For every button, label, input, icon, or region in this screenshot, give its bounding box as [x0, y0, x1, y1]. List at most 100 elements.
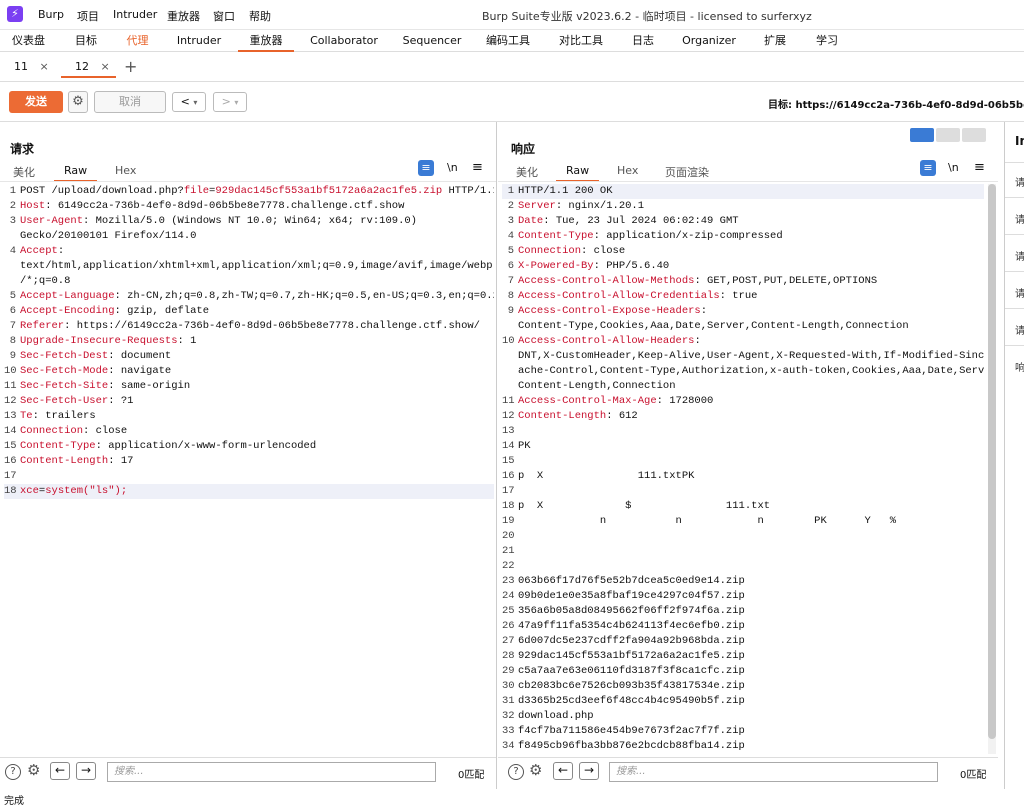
code-line[interactable]: 33 f4cf7ba711586e454b9e7673f2ac7f7f.zip — [502, 724, 984, 739]
code-line[interactable]: 30 cb2083bc6e7526cb093b35f43817534e.zip — [502, 679, 984, 694]
code-line[interactable]: 1 POST /upload/download.php?file=929dac14… — [4, 184, 494, 199]
add-tab-icon[interactable]: + — [124, 57, 137, 76]
wrap-lines-icon[interactable]: ≡ — [920, 160, 936, 176]
tab-extensions[interactable]: 扩展 — [748, 30, 802, 52]
code-line[interactable]: 29 c5a7aa7e63e06110fd3187f3f8ca1cfc.zip — [502, 664, 984, 679]
code-line[interactable]: DNT,X-CustomHeader,Keep-Alive,User-Agent… — [502, 349, 984, 364]
code-line[interactable]: 1 HTTP/1.1 200 OK — [502, 184, 984, 199]
repeater-tab-12[interactable]: 12 × — [61, 56, 116, 78]
code-line[interactable]: 17 — [4, 469, 494, 484]
view-side-by-side-icon[interactable] — [910, 128, 934, 142]
menu-burp[interactable]: Burp — [38, 8, 64, 21]
code-line[interactable]: 22 — [502, 559, 984, 574]
tab-learn[interactable]: 学习 — [802, 30, 852, 52]
menu-project[interactable]: 项目 — [77, 8, 99, 24]
code-line[interactable]: 15 — [502, 454, 984, 469]
cancel-button[interactable]: 取消 — [94, 91, 166, 113]
code-line[interactable]: 11 Access-Control-Max-Age: 1728000 — [502, 394, 984, 409]
code-line[interactable]: 15 Content-Type: application/x-www-form-u… — [4, 439, 494, 454]
inspector-item[interactable]: 请 — [1015, 174, 1024, 189]
code-line[interactable]: 25 356a6b05a8d08495662f06ff2f974f6a.zip — [502, 604, 984, 619]
tab-proxy[interactable]: 代理 — [115, 30, 160, 52]
code-line[interactable]: 16 Content-Length: 17 — [4, 454, 494, 469]
code-line[interactable]: 3 User-Agent: Mozilla/5.0 (Windows NT 10.… — [4, 214, 494, 229]
menu-icon[interactable]: ≡ — [472, 160, 483, 175]
tab-raw[interactable]: Raw — [54, 164, 98, 182]
code-line[interactable]: Content-Type,Cookies,Aaa,Date,Server,Con… — [502, 319, 984, 334]
menu-window[interactable]: 窗口 — [213, 8, 235, 24]
search-input[interactable]: 搜索... — [609, 762, 938, 782]
send-button[interactable]: 发送 — [9, 91, 63, 113]
code-line[interactable]: 14 Connection: close — [4, 424, 494, 439]
close-icon[interactable]: × — [101, 60, 110, 73]
code-line[interactable]: 16 p X 111.txtPK — [502, 469, 984, 484]
code-line[interactable]: 6 X-Powered-By: PHP/5.6.40 — [502, 259, 984, 274]
code-line[interactable]: 20 — [502, 529, 984, 544]
code-line[interactable]: 12 Content-Length: 612 — [502, 409, 984, 424]
forward-button[interactable]: > ▾ — [213, 92, 247, 112]
code-line[interactable]: 9 Access-Control-Expose-Headers: — [502, 304, 984, 319]
code-line[interactable]: 18 p X $ 111.txt — [502, 499, 984, 514]
code-line[interactable]: /*;q=0.8 — [4, 274, 494, 289]
request-editor[interactable]: 1 POST /upload/download.php?file=929dac14… — [4, 184, 494, 754]
tab-raw[interactable]: Raw — [556, 164, 600, 182]
code-line[interactable]: 2 Host: 6149cc2a-736b-4ef0-8d9d-06b5be8e7… — [4, 199, 494, 214]
code-line[interactable]: 19 n n n PK Y % — [502, 514, 984, 529]
menu-repeater[interactable]: 重放器 — [167, 8, 200, 24]
newline-icon[interactable]: \n — [948, 161, 959, 174]
tab-dashboard[interactable]: 仪表盘 — [0, 30, 57, 52]
code-line[interactable]: 21 — [502, 544, 984, 559]
code-line[interactable]: text/html,application/xhtml+xml,applicat… — [4, 259, 494, 274]
response-editor[interactable]: 1 HTTP/1.1 200 OK 2 Server: nginx/1.20.1 3 Da… — [502, 184, 984, 754]
tab-pretty[interactable]: 美化 — [13, 164, 35, 180]
close-icon[interactable]: × — [40, 60, 49, 73]
prev-match-button[interactable]: ← — [553, 762, 573, 780]
scrollbar[interactable] — [988, 184, 996, 754]
code-line[interactable]: 31 d3365b25cd3eef6f48cc4b4c95490b5f.zip — [502, 694, 984, 709]
code-line[interactable]: 18 xce=system("ls"); — [4, 484, 494, 499]
tab-pretty[interactable]: 美化 — [516, 164, 538, 180]
search-input[interactable]: 搜索... — [107, 762, 436, 782]
menu-icon[interactable]: ≡ — [974, 160, 985, 175]
inspector-item[interactable]: 请 — [1015, 322, 1024, 337]
inspector-item[interactable]: 请 — [1015, 248, 1024, 263]
help-icon[interactable]: ? — [508, 764, 524, 780]
inspector-item[interactable]: 请 — [1015, 211, 1024, 226]
code-line[interactable]: 3 Date: Tue, 23 Jul 2024 06:02:49 GMT — [502, 214, 984, 229]
inspector-item[interactable]: 响 — [1015, 359, 1024, 374]
code-line[interactable]: ache-Control,Content-Type,Authorization,… — [502, 364, 984, 379]
back-button[interactable]: < ▾ — [172, 92, 206, 112]
code-line[interactable]: 6 Accept-Encoding: gzip, deflate — [4, 304, 494, 319]
code-line[interactable]: 9 Sec-Fetch-Dest: document — [4, 349, 494, 364]
menu-help[interactable]: 帮助 — [249, 8, 271, 24]
tab-organizer[interactable]: Organizer — [670, 30, 748, 52]
next-match-button[interactable]: → — [579, 762, 599, 780]
code-line[interactable]: 8 Access-Control-Allow-Credentials: true — [502, 289, 984, 304]
help-icon[interactable]: ? — [5, 764, 21, 780]
settings-gear-icon[interactable]: ⚙ — [27, 761, 40, 779]
code-line[interactable]: 4 Content-Type: application/x-zip-compres… — [502, 229, 984, 244]
code-line[interactable]: 5 Accept-Language: zh-CN,zh;q=0.8,zh-TW;q… — [4, 289, 494, 304]
tab-target[interactable]: 目标 — [57, 30, 115, 52]
tab-intruder[interactable]: Intruder — [160, 30, 238, 52]
tab-comparer[interactable]: 对比工具 — [546, 30, 616, 52]
view-stacked-icon[interactable] — [936, 128, 960, 142]
target-label[interactable]: 目标: https://6149cc2a-736b-4ef0-8d9d-06b5… — [768, 96, 1024, 111]
code-line[interactable]: 13 Te: trailers — [4, 409, 494, 424]
tab-hex[interactable]: Hex — [617, 164, 638, 177]
code-line[interactable]: 10 Access-Control-Allow-Headers: — [502, 334, 984, 349]
code-line[interactable]: 12 Sec-Fetch-User: ?1 — [4, 394, 494, 409]
tab-collaborator[interactable]: Collaborator — [294, 30, 394, 52]
newline-icon[interactable]: \n — [447, 161, 458, 174]
tab-logger[interactable]: 日志 — [616, 30, 670, 52]
code-line[interactable]: 17 — [502, 484, 984, 499]
next-match-button[interactable]: → — [76, 762, 96, 780]
code-line[interactable]: Content-Length,Connection — [502, 379, 984, 394]
code-line[interactable]: 10 Sec-Fetch-Mode: navigate — [4, 364, 494, 379]
repeater-tab-11[interactable]: 11 × — [0, 56, 55, 78]
tab-hex[interactable]: Hex — [115, 164, 136, 177]
code-line[interactable]: 7 Referer: https://6149cc2a-736b-4ef0-8d9… — [4, 319, 494, 334]
code-line[interactable]: 32 download.php — [502, 709, 984, 724]
code-line[interactable]: 2 Server: nginx/1.20.1 — [502, 199, 984, 214]
settings-gear-icon[interactable]: ⚙ — [68, 91, 88, 113]
